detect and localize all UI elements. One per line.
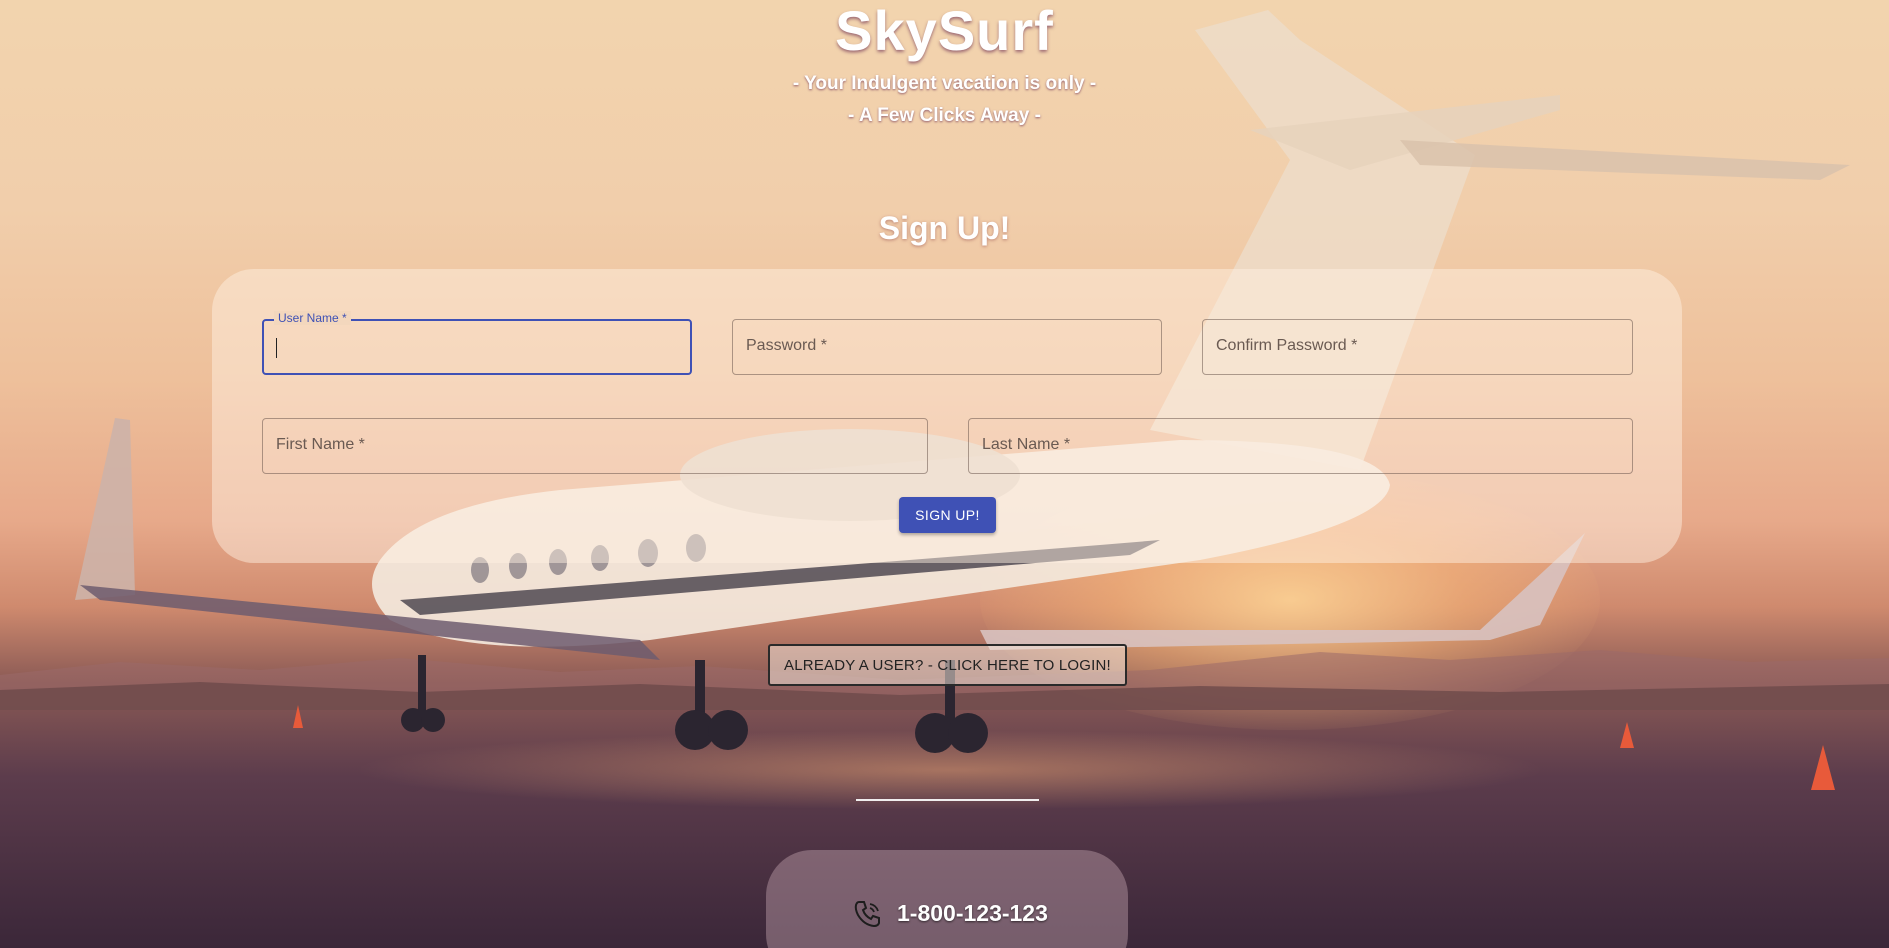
tagline-line-2: - A Few Clicks Away - xyxy=(848,105,1041,126)
last-name-field[interactable]: Last Name * xyxy=(968,418,1633,474)
first-name-placeholder: First Name * xyxy=(276,436,365,453)
phone-icon xyxy=(854,901,880,928)
confirm-password-field[interactable]: Confirm Password * xyxy=(1202,319,1633,375)
confirm-password-placeholder: Confirm Password * xyxy=(1216,337,1358,354)
signup-button[interactable]: SIGN UP! xyxy=(899,497,996,533)
login-link-button[interactable]: ALREADY A USER? - CLICK HERE TO LOGIN! xyxy=(768,644,1127,686)
last-name-placeholder: Last Name * xyxy=(982,436,1071,453)
username-field[interactable]: User Name * xyxy=(262,311,692,375)
tagline-line-1: - Your Indulgent vacation is only - xyxy=(792,73,1097,94)
phone-number[interactable]: 1-800-123-123 xyxy=(897,900,1048,927)
section-divider xyxy=(856,799,1039,801)
brand-title: SkySurf xyxy=(835,0,1054,62)
password-field[interactable]: Password * xyxy=(732,319,1162,375)
username-label: User Name * xyxy=(274,311,351,325)
signup-heading: Sign Up! xyxy=(878,210,1011,246)
password-placeholder: Password * xyxy=(746,337,827,354)
text-cursor xyxy=(276,338,277,358)
signup-page: SkySurf - Your Indulgent vacation is onl… xyxy=(0,0,1889,948)
contact-card xyxy=(766,850,1128,948)
first-name-field[interactable]: First Name * xyxy=(262,418,928,474)
